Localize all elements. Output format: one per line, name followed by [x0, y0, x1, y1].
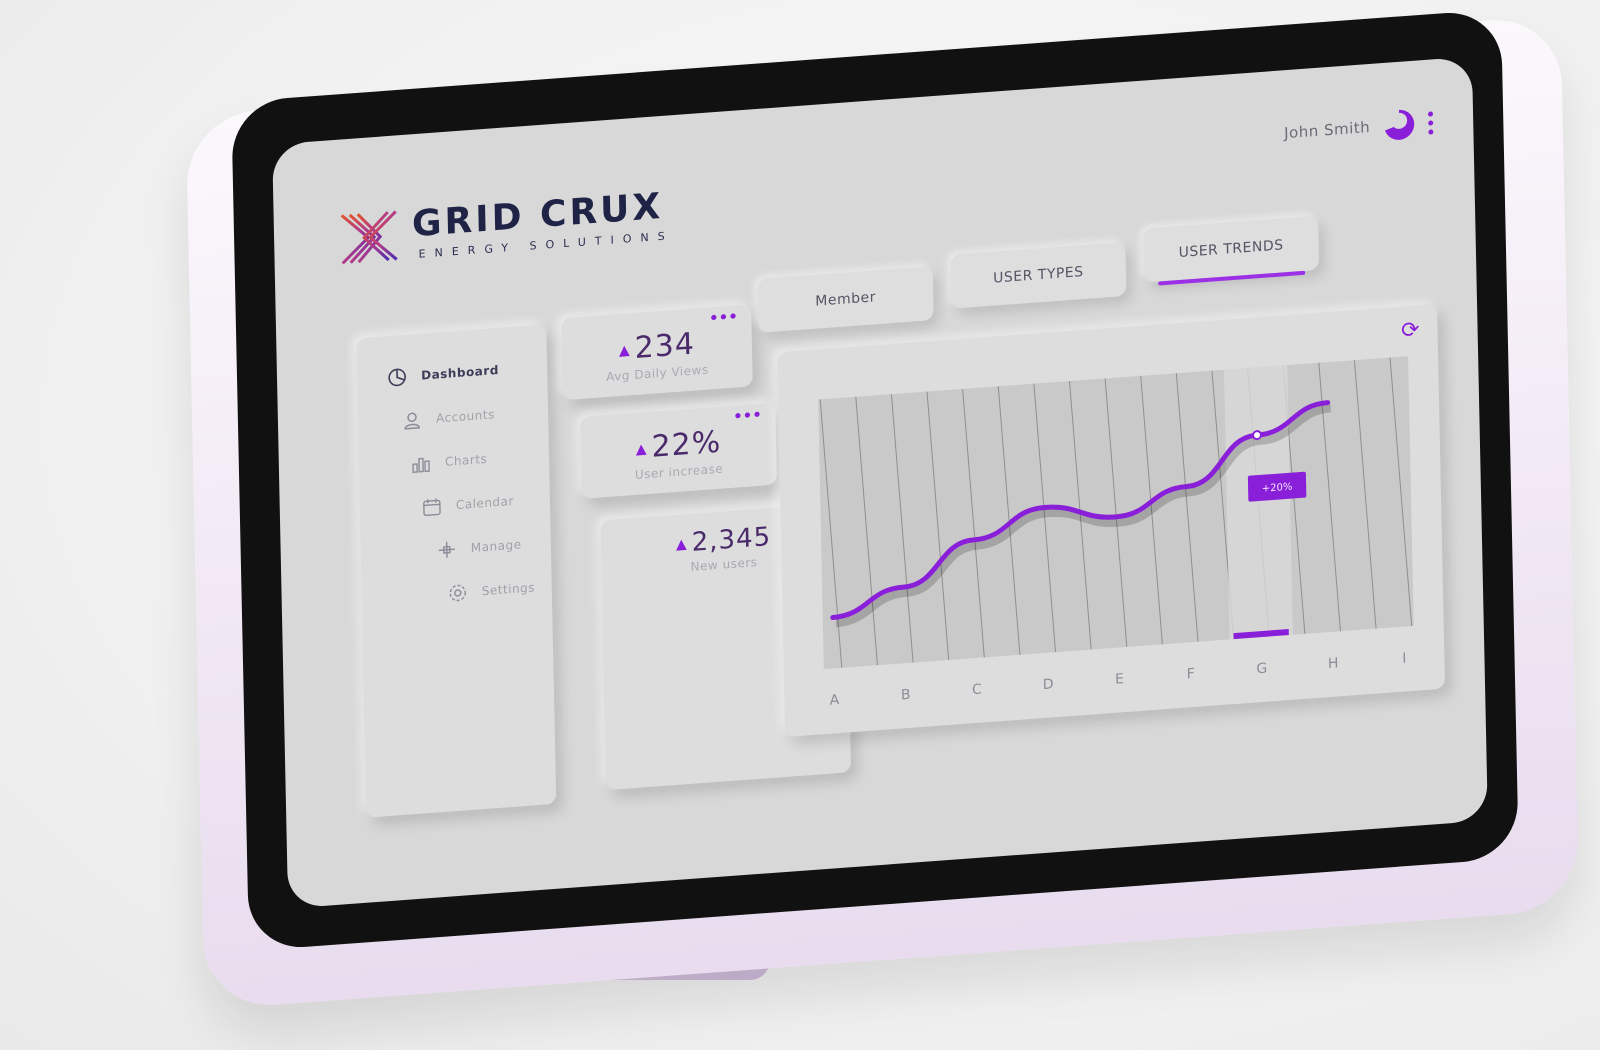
move-icon — [437, 539, 457, 560]
user-menu[interactable]: John Smith — [1284, 107, 1434, 148]
stat-card-user-increase[interactable]: ••• ▲ 22% User increase — [580, 402, 777, 499]
x-tick-label: H — [1328, 655, 1339, 672]
trend-up-icon: ▲ — [618, 341, 631, 359]
tablet-screen: GRID CRUX ENERGY SOLUTIONS John Smith Da… — [272, 56, 1488, 909]
trend-up-icon: ▲ — [635, 440, 648, 458]
calendar-icon — [422, 496, 442, 517]
x-tick-label: C — [972, 682, 982, 699]
scene: GRID CRUX ENERGY SOLUTIONS John Smith Da… — [0, 0, 1600, 1050]
tab-label: Member — [815, 289, 877, 310]
tab-label: USER TRENDS — [1178, 237, 1284, 262]
gear-icon — [448, 582, 468, 603]
tab-user-trends[interactable]: USER TRENDS — [1143, 215, 1320, 286]
more-options-icon[interactable]: ••• — [708, 306, 737, 329]
dashboard-icon — [387, 367, 407, 388]
stat-value: 234 — [634, 326, 696, 366]
x-tick-label: B — [901, 687, 911, 704]
tab-user-types[interactable]: USER TYPES — [950, 241, 1127, 309]
trend-up-icon: ▲ — [675, 535, 688, 553]
highlight-column — [1223, 365, 1293, 640]
x-tick-label: I — [1402, 650, 1406, 666]
user-name: John Smith — [1283, 117, 1371, 143]
stat-value: 2,345 — [691, 522, 772, 558]
sidebar-item-label: Manage — [470, 537, 522, 556]
sidebar-item-label: Calendar — [455, 493, 515, 513]
stat-card-avg-daily-views[interactable]: ••• ▲ 234 Avg Daily Views — [561, 304, 753, 401]
avatar[interactable] — [1383, 108, 1415, 141]
active-tab-indicator — [1158, 270, 1306, 286]
brand-logo[interactable]: GRID CRUX ENERGY SOLUTIONS — [338, 185, 674, 267]
tab-label: USER TYPES — [992, 264, 1084, 287]
bar-chart-icon — [411, 453, 431, 474]
user-icon — [402, 410, 422, 431]
tooltip-label: +20% — [1262, 482, 1293, 495]
stat-value: 22% — [651, 424, 722, 465]
sidebar-item-label: Dashboard — [421, 362, 499, 383]
x-tick-label: E — [1115, 671, 1124, 688]
sidebar-item-label: Accounts — [435, 407, 495, 426]
tab-member[interactable]: Member — [757, 266, 934, 333]
x-tick-label: G — [1256, 661, 1267, 678]
user-trends-chart: ⟳ +20% A B C D E F G H I — [777, 304, 1446, 738]
x-tick-label: F — [1186, 666, 1194, 683]
x-tick-label: A — [830, 692, 840, 709]
sidebar: Dashboard Accounts Charts Calendar Manag… — [356, 324, 557, 818]
x-tick-label: D — [1043, 676, 1054, 693]
sidebar-item-label: Settings — [481, 580, 536, 599]
more-menu-icon[interactable] — [1427, 110, 1434, 135]
highlight-point — [1252, 430, 1263, 441]
line-chart: +20% A B C D E F G H I — [818, 356, 1414, 709]
logo-mark-icon — [340, 210, 398, 265]
sidebar-item-label: Charts — [444, 451, 488, 469]
more-options-icon[interactable]: ••• — [732, 405, 761, 428]
